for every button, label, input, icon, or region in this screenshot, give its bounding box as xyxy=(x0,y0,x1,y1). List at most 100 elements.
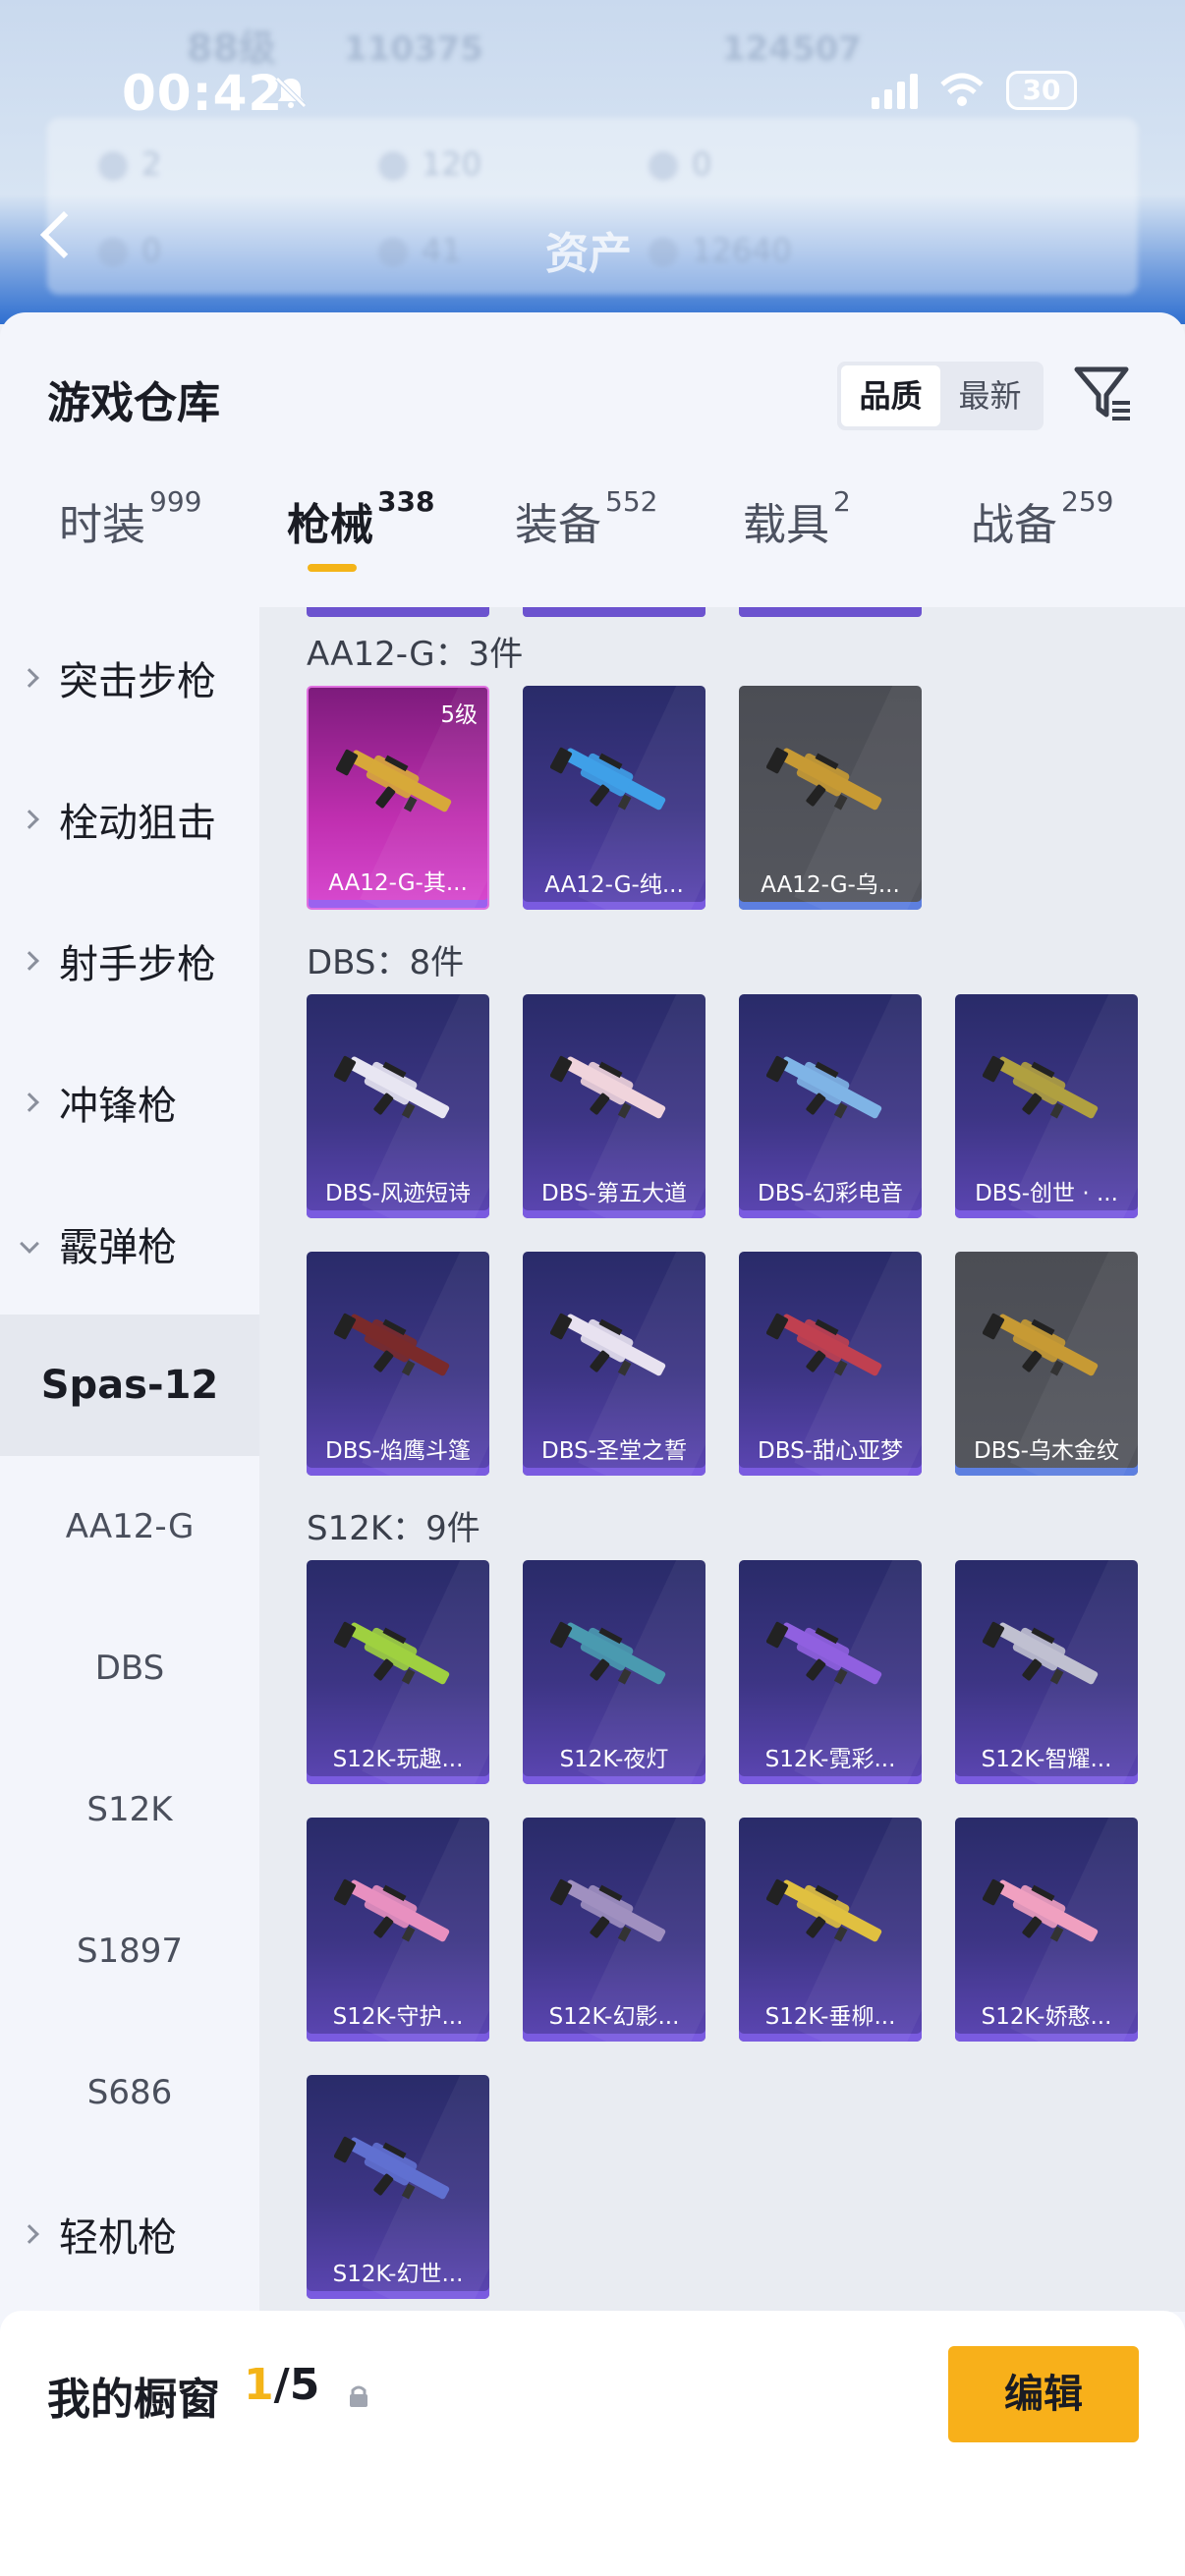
sort-newest-button[interactable]: 最新 xyxy=(940,365,1040,426)
weapon-card[interactable]: DBS-第五大道 xyxy=(523,994,705,1218)
bg-stat-3: 0 xyxy=(692,145,712,183)
showcase-count: 1/5 xyxy=(244,2360,320,2410)
shotgun-icon xyxy=(766,1621,882,1685)
shotgun-icon xyxy=(983,1621,1099,1685)
weapon-name: S12K-智耀... xyxy=(981,1747,1112,1772)
group-title: DBS：8件 xyxy=(307,943,465,982)
lock-icon xyxy=(350,2385,367,2407)
weapon-name: AA12-G-其... xyxy=(328,870,468,896)
bg-stat-2: 120 xyxy=(422,145,482,183)
sidebar-item-shotgun[interactable]: 霰弹枪 xyxy=(0,1173,259,1315)
weapon-card[interactable]: S12K-垂柳... xyxy=(739,1818,922,2042)
sheet-title: 游戏仓库 xyxy=(47,378,220,428)
group-title: S12K：9件 xyxy=(307,1509,480,1548)
shotgun-icon xyxy=(334,1313,450,1376)
shotgun-icon xyxy=(983,1313,1099,1376)
shotgun-icon xyxy=(550,1313,666,1376)
warehouse-sheet: 游戏仓库 品质 最新 时装 999 枪械 338 装备 552 载具 2 战备 259 突… xyxy=(0,312,1185,2576)
shotgun-icon xyxy=(550,1878,666,1942)
weapon-card[interactable]: S12K-娇憨... xyxy=(955,1818,1138,2042)
weapon-name: DBS-焰鹰斗篷 xyxy=(325,1438,471,1464)
tab-vehicles[interactable]: 载具 2 xyxy=(743,485,851,552)
shotgun-icon xyxy=(550,1055,666,1119)
weapon-card[interactable]: DBS-风迹短诗 xyxy=(307,994,489,1218)
sidebar-sub-s1897[interactable]: S1897 xyxy=(0,1880,259,2022)
weapon-card[interactable]: DBS-圣堂之誓 xyxy=(523,1252,705,1476)
tab-equipment[interactable]: 装备 552 xyxy=(515,485,657,552)
backdrop-asset-page: 88级 110375 124507 2 120 0 0 41 12640 资产 … xyxy=(0,0,1185,324)
weapon-card[interactable]: S12K-智耀... xyxy=(955,1560,1138,1784)
tab-guns[interactable]: 枪械 338 xyxy=(287,485,434,552)
chevron-right-icon xyxy=(0,951,59,971)
bg-stat-4: 0 xyxy=(141,232,162,269)
sidebar-item-bolt-sniper[interactable]: 栓动狙击 xyxy=(0,749,259,890)
weapon-card[interactable]: DBS-焰鹰斗篷 xyxy=(307,1252,489,1476)
page-title-assets: 资产 xyxy=(545,229,632,279)
bg-stat-6: 12640 xyxy=(692,232,792,269)
scrolled-card-edge xyxy=(307,607,489,617)
shotgun-icon xyxy=(550,1621,666,1685)
sidebar-item-assault-rifle[interactable]: 突击步枪 xyxy=(0,607,259,749)
weapon-card[interactable]: DBS-甜心亚梦 xyxy=(739,1252,922,1476)
sidebar-sub-aa12g[interactable]: AA12-G xyxy=(0,1456,259,1597)
weapon-card[interactable]: S12K-幻影... xyxy=(523,1818,705,2042)
weapon-name: S12K-玩趣... xyxy=(332,1747,464,1772)
sidebar-item-marksman-rifle[interactable]: 射手步枪 xyxy=(0,890,259,1032)
weapon-name: DBS-创世 · ... xyxy=(975,1181,1118,1206)
weapon-name: AA12-G-乌... xyxy=(761,872,900,898)
sort-toggle: 品质 最新 xyxy=(837,362,1044,430)
weapon-name: DBS-第五大道 xyxy=(541,1181,687,1206)
weapon-name: S12K-幻世... xyxy=(332,2262,464,2287)
showcase-bar: 我的橱窗 1/5 编辑 xyxy=(0,2311,1185,2576)
shotgun-icon xyxy=(766,747,882,811)
weapon-card[interactable]: S12K-玩趣... xyxy=(307,1560,489,1784)
shotgun-icon xyxy=(334,1055,450,1119)
weapon-name: S12K-夜灯 xyxy=(559,1747,669,1772)
shotgun-icon xyxy=(334,1878,450,1942)
tab-supplies[interactable]: 战备 259 xyxy=(971,485,1113,552)
weapon-card[interactable]: AA12-G-纯... xyxy=(523,686,705,910)
weapon-name: S12K-霓彩... xyxy=(764,1747,896,1772)
sidebar-sub-dbs[interactable]: DBS xyxy=(0,1597,259,1739)
weapon-name: AA12-G-纯... xyxy=(544,872,684,898)
shotgun-icon xyxy=(983,1055,1099,1119)
bg-score-b: 124507 xyxy=(722,29,862,69)
scrolled-card-edge xyxy=(523,607,705,617)
filter-icon[interactable] xyxy=(1071,362,1134,424)
weapon-name: DBS-甜心亚梦 xyxy=(758,1438,903,1464)
sidebar-sub-s686[interactable]: S686 xyxy=(0,2022,259,2163)
signal-icon xyxy=(872,72,918,109)
weapon-card[interactable]: S12K-霓彩... xyxy=(739,1560,922,1784)
weapon-grid: AA12-G：3件 5级 AA12-G-其... AA12-G-纯... AA12-G-… xyxy=(259,607,1185,2312)
weapon-card[interactable]: S12K-幻世... xyxy=(307,2075,489,2299)
weapon-card[interactable]: DBS-乌木金纹 xyxy=(955,1252,1138,1476)
weapon-name: S12K-幻影... xyxy=(548,2004,680,2030)
bg-score-a: 110375 xyxy=(344,29,483,69)
chevron-right-icon xyxy=(0,2224,59,2244)
mute-bell-icon xyxy=(275,77,307,108)
shotgun-icon xyxy=(334,1621,450,1685)
active-tab-indicator xyxy=(308,564,357,572)
sidebar-sub-s12k[interactable]: S12K xyxy=(0,1739,259,1880)
sidebar-sub-spas12[interactable]: Spas-12 xyxy=(0,1315,259,1456)
sidebar-item-smg[interactable]: 冲锋枪 xyxy=(0,1032,259,1173)
weapon-name: DBS-幻彩电音 xyxy=(758,1181,903,1206)
sort-quality-button[interactable]: 品质 xyxy=(841,365,940,426)
level-badge: 5级 xyxy=(440,702,478,728)
weapon-name: DBS-风迹短诗 xyxy=(325,1181,471,1206)
edit-button[interactable]: 编辑 xyxy=(948,2346,1139,2442)
shotgun-icon xyxy=(766,1878,882,1942)
shotgun-icon xyxy=(550,747,666,811)
weapon-card[interactable]: S12K-夜灯 xyxy=(523,1560,705,1784)
weapon-card[interactable]: AA12-G-乌... xyxy=(739,686,922,910)
sidebar-item-lmg[interactable]: 轻机枪 xyxy=(0,2163,259,2305)
tab-fashion[interactable]: 时装 999 xyxy=(59,485,201,552)
weapon-card[interactable]: DBS-创世 · ... xyxy=(955,994,1138,1218)
weapon-card[interactable]: 5级 AA12-G-其... xyxy=(307,686,489,910)
shotgun-icon xyxy=(336,749,452,812)
weapon-card[interactable]: DBS-幻彩电音 xyxy=(739,994,922,1218)
status-time: 00:42 xyxy=(122,65,284,122)
weapon-card[interactable]: S12K-守护... xyxy=(307,1818,489,2042)
chevron-right-icon xyxy=(0,1092,59,1112)
chevron-right-icon xyxy=(0,810,59,829)
